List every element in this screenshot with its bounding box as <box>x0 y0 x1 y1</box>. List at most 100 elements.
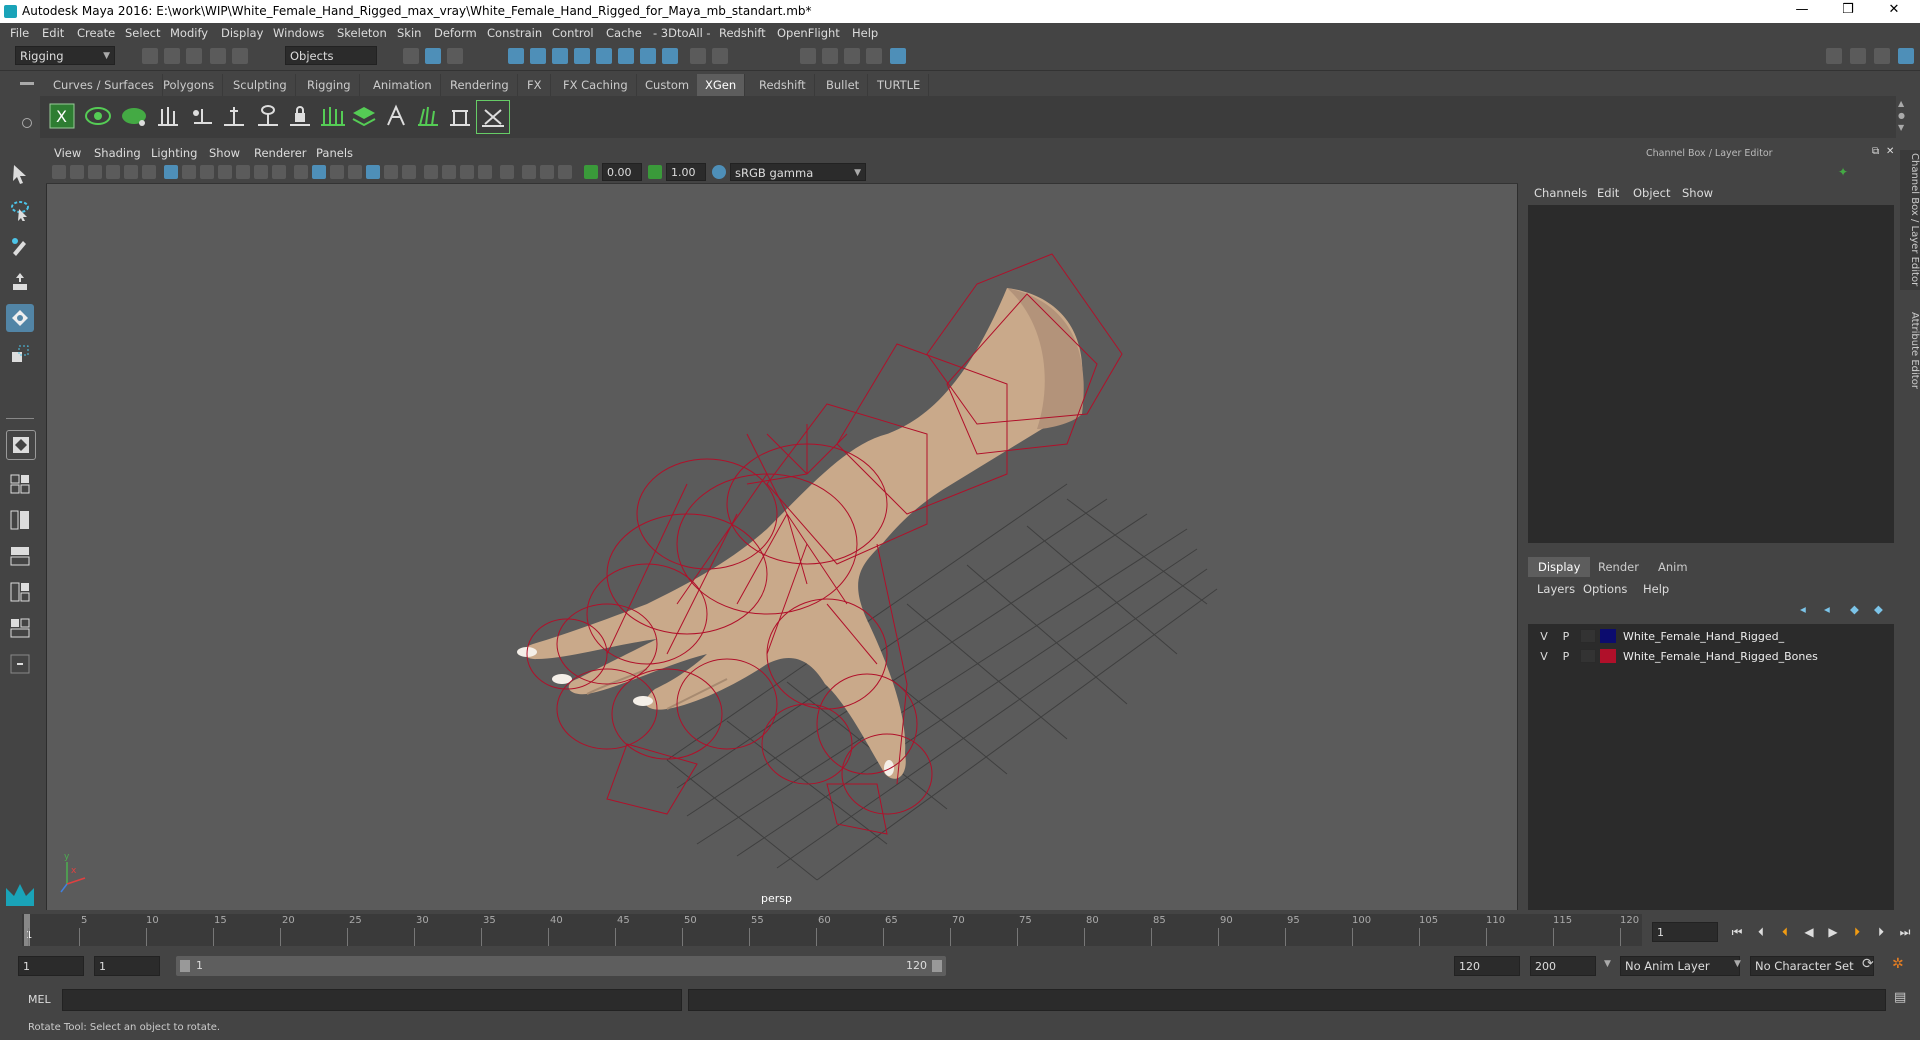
select-tool-icon[interactable] <box>6 160 34 188</box>
menu-deform[interactable]: Deform <box>434 26 477 40</box>
options-menu[interactable]: Options <box>1583 582 1627 596</box>
layer-display-type[interactable] <box>1580 629 1596 643</box>
menu-display[interactable]: Display <box>221 26 263 40</box>
resolution-gate-icon[interactable] <box>200 165 214 179</box>
viewport-menu-show[interactable]: Show <box>209 146 240 160</box>
cut-modifier-icon[interactable] <box>444 100 476 132</box>
anim-layer-dropdown[interactable]: No Anim Layer <box>1620 956 1740 976</box>
exposure-field[interactable]: 0.00 <box>602 163 642 181</box>
layer-visibility-toggle[interactable]: V <box>1536 629 1552 644</box>
modeling-toolkit-icon[interactable] <box>1826 48 1842 64</box>
shelf-tab-custom[interactable]: Custom <box>637 74 699 96</box>
default-material-icon[interactable] <box>330 165 344 179</box>
new-layer-selected-icon[interactable]: ◆ <box>1874 602 1883 616</box>
menu-openflight[interactable]: OpenFlight <box>777 26 840 40</box>
gamma-icon[interactable] <box>648 165 662 179</box>
snap-vertex-icon[interactable] <box>618 48 634 64</box>
render-settings-icon[interactable] <box>866 48 882 64</box>
shelf-tab-animation[interactable]: Animation <box>365 74 441 96</box>
menu-create[interactable]: Create <box>77 26 115 40</box>
viewport-menu-shading[interactable]: Shading <box>94 146 141 160</box>
menu-edit[interactable]: Edit <box>42 26 64 40</box>
channels-menu[interactable]: Channels <box>1534 186 1587 200</box>
go-to-end-icon[interactable]: ⏭ <box>1896 925 1914 940</box>
bookmarks-icon[interactable] <box>88 165 102 179</box>
shelf-tab-fx[interactable]: FX <box>519 74 551 96</box>
guides-to-curves-icon[interactable] <box>316 100 348 132</box>
tool-settings-toggle-icon[interactable] <box>1874 48 1890 64</box>
exposure-icon[interactable] <box>584 165 598 179</box>
menu-select[interactable]: Select <box>125 26 160 40</box>
xray-components-icon[interactable] <box>558 165 572 179</box>
place-guides-icon[interactable] <box>152 100 184 132</box>
move-tool-icon[interactable] <box>6 268 34 296</box>
safe-title-icon[interactable] <box>272 165 286 179</box>
chevron-down-icon[interactable]: ▼ <box>1734 959 1741 969</box>
screen-space-ao-icon[interactable] <box>424 165 438 179</box>
construction-history-icon[interactable] <box>640 48 656 64</box>
layer-color-swatch[interactable] <box>1600 649 1616 663</box>
layer-tab-anim[interactable]: Anim <box>1648 557 1698 577</box>
color-space-dropdown[interactable]: sRGB gamma ▼ <box>730 163 866 181</box>
menu-help[interactable]: Help <box>852 26 878 40</box>
menu-redshift[interactable]: Redshift <box>719 26 766 40</box>
color-management-icon[interactable] <box>712 165 726 179</box>
script-editor-icon[interactable]: ▤ <box>1894 990 1906 1005</box>
xray-icon[interactable] <box>522 165 536 179</box>
help-menu[interactable]: Help <box>1643 582 1669 596</box>
outliner-layout-icon[interactable] <box>6 614 34 642</box>
select-by-component-icon[interactable] <box>447 48 463 64</box>
side-tab-attribute-editor[interactable]: Attribute Editor <box>1900 300 1920 400</box>
isolate-select-icon[interactable] <box>500 165 514 179</box>
layers-icon[interactable] <box>348 100 380 132</box>
xray-joints-icon[interactable] <box>540 165 554 179</box>
range-end-handle[interactable] <box>932 960 942 972</box>
select-by-hierarchy-icon[interactable] <box>403 48 419 64</box>
channel-box-display-icon[interactable]: ✦ <box>1838 165 1848 179</box>
layer-display-type[interactable] <box>1580 649 1596 663</box>
new-layer-icon[interactable]: ◆ <box>1850 602 1859 616</box>
shelf-tab-bullet[interactable]: Bullet <box>818 74 869 96</box>
preview-icon[interactable] <box>476 100 510 134</box>
shelf-tab-rendering[interactable]: Rendering <box>442 74 518 96</box>
shelf-tab-fx-caching[interactable]: FX Caching <box>555 74 637 96</box>
shelf-tab-curves-surfaces[interactable]: Curves / Surfaces <box>45 74 163 96</box>
menu-control[interactable]: Control <box>552 26 594 40</box>
shelf-settings-icon[interactable] <box>22 118 32 128</box>
smooth-shade-icon[interactable] <box>312 165 326 179</box>
close-panel-icon[interactable]: ✕ <box>1886 146 1894 157</box>
viewport-menu-panels[interactable]: Panels <box>316 146 353 160</box>
play-forwards-icon[interactable]: ▶ <box>1824 925 1842 939</box>
single-perspective-layout-icon[interactable] <box>6 430 36 460</box>
persp-outliner-layout-icon[interactable] <box>6 506 34 534</box>
hypershade-layout-icon[interactable] <box>6 578 34 606</box>
select-camera-icon[interactable] <box>52 165 66 179</box>
menu-file[interactable]: File <box>10 26 29 40</box>
shelf-tab-rigging[interactable]: Rigging <box>299 74 360 96</box>
command-language-label[interactable]: MEL <box>28 993 51 1006</box>
animation-start-field[interactable]: 1 <box>18 956 84 976</box>
grease-pencil-icon[interactable] <box>142 165 156 179</box>
shelf-tab-xgen[interactable]: XGen <box>697 74 746 96</box>
paint-select-tool-icon[interactable] <box>6 232 34 260</box>
playback-start-field[interactable]: 1 <box>94 956 160 976</box>
chevron-down-icon[interactable]: ▼ <box>1604 959 1611 969</box>
use-all-lights-icon[interactable] <box>384 165 398 179</box>
grid-toggle-icon[interactable] <box>164 165 178 179</box>
textured-icon[interactable] <box>348 165 362 179</box>
gate-mask-icon[interactable] <box>218 165 232 179</box>
range-start-handle[interactable] <box>180 960 190 972</box>
lock-guides-icon[interactable] <box>284 100 316 132</box>
image-plane-icon[interactable] <box>106 165 120 179</box>
gamma-field[interactable]: 1.00 <box>666 163 706 181</box>
layout-options-icon[interactable] <box>6 650 34 678</box>
four-view-layout-icon[interactable] <box>6 470 34 498</box>
add-guide-icon[interactable] <box>186 100 218 132</box>
hypershade-icon[interactable] <box>890 48 906 64</box>
playback-end-field[interactable]: 120 <box>1454 956 1520 976</box>
viewport-menu-lighting[interactable]: Lighting <box>151 146 197 160</box>
persp-graph-layout-icon[interactable] <box>6 542 34 570</box>
layers-menu[interactable]: Layers <box>1537 582 1575 596</box>
create-groom-icon[interactable] <box>118 100 150 132</box>
auto-key-icon[interactable]: ⟳ <box>1862 956 1874 972</box>
